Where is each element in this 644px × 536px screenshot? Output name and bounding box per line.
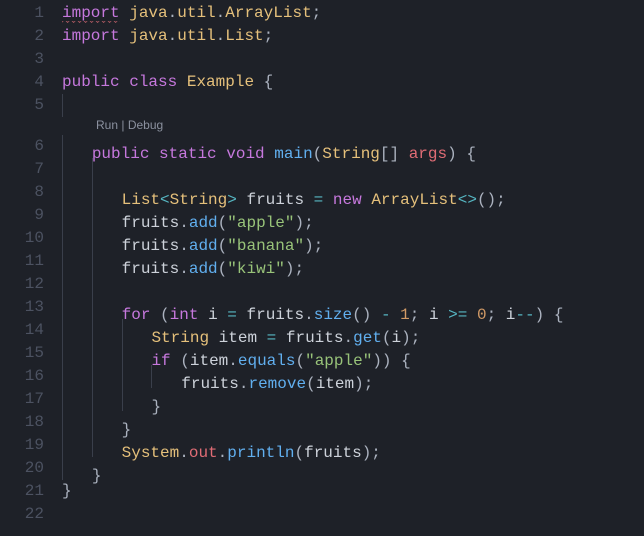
code-line[interactable]: 19 System.out.println(fruits); (0, 434, 644, 457)
code-line[interactable]: 1import java.util.ArrayList; (0, 2, 644, 25)
code-content[interactable] (62, 273, 644, 296)
code-line[interactable]: 2import java.util.List; (0, 25, 644, 48)
line-number: 17 (0, 388, 62, 411)
code-content[interactable]: List<String> fruits = new ArrayList<>(); (62, 181, 644, 204)
code-line[interactable]: 7 (0, 158, 644, 181)
code-line[interactable]: 16 fruits.remove(item); (0, 365, 644, 388)
code-line[interactable]: 20 } (0, 457, 644, 480)
line-number: 8 (0, 181, 62, 204)
code-line[interactable]: 12 (0, 273, 644, 296)
code-line[interactable]: 5 (0, 94, 644, 117)
code-line[interactable]: 22 (0, 503, 644, 526)
code-line[interactable]: 10 fruits.add("banana"); (0, 227, 644, 250)
code-line[interactable]: 6 public static void main(String[] args)… (0, 135, 644, 158)
line-number: 11 (0, 250, 62, 273)
line-number: 10 (0, 227, 62, 250)
code-content[interactable]: } (62, 411, 644, 434)
code-line[interactable]: 8 List<String> fruits = new ArrayList<>(… (0, 181, 644, 204)
line-number: 9 (0, 204, 62, 227)
code-line[interactable]: 3 (0, 48, 644, 71)
code-content[interactable] (62, 158, 644, 181)
code-line[interactable]: 17 } (0, 388, 644, 411)
line-number: 21 (0, 480, 62, 503)
code-content[interactable]: fruits.add("apple"); (62, 204, 644, 227)
code-line[interactable]: 15 if (item.equals("apple")) { (0, 342, 644, 365)
line-number: 3 (0, 48, 62, 71)
code-line[interactable]: 9 fruits.add("apple"); (0, 204, 644, 227)
code-content[interactable]: import java.util.ArrayList; (62, 2, 644, 25)
line-number: 12 (0, 273, 62, 296)
codelens-debug[interactable]: Debug (128, 118, 163, 132)
code-line[interactable]: 13 for (int i = fruits.size() - 1; i >= … (0, 296, 644, 319)
code-content[interactable]: System.out.println(fruits); (62, 434, 644, 457)
code-content[interactable]: fruits.add("banana"); (62, 227, 644, 250)
code-content[interactable] (62, 94, 644, 117)
code-line[interactable]: 14 String item = fruits.get(i); (0, 319, 644, 342)
line-number: 7 (0, 158, 62, 181)
line-number: 20 (0, 457, 62, 480)
code-line[interactable]: 18 } (0, 411, 644, 434)
code-content[interactable]: import java.util.List; (62, 25, 644, 48)
code-editor[interactable]: 1import java.util.ArrayList;2import java… (0, 0, 644, 526)
line-number: 22 (0, 503, 62, 526)
codelens-sep: | (118, 118, 128, 132)
code-content[interactable]: } (62, 480, 644, 503)
code-content[interactable]: for (int i = fruits.size() - 1; i >= 0; … (62, 296, 644, 319)
line-number: 15 (0, 342, 62, 365)
code-content[interactable]: fruits.remove(item); (62, 365, 644, 388)
line-number: 6 (0, 135, 62, 158)
line-number: 18 (0, 411, 62, 434)
code-line[interactable]: 21} (0, 480, 644, 503)
code-content[interactable]: fruits.add("kiwi"); (62, 250, 644, 273)
line-number: 16 (0, 365, 62, 388)
code-line[interactable]: 4public class Example { (0, 71, 644, 94)
code-content[interactable]: if (item.equals("apple")) { (62, 342, 644, 365)
code-content[interactable]: public static void main(String[] args) { (62, 135, 644, 158)
line-number: 1 (0, 2, 62, 25)
line-number: 4 (0, 71, 62, 94)
codelens-run[interactable]: Run (96, 118, 118, 132)
code-content[interactable]: String item = fruits.get(i); (62, 319, 644, 342)
line-number: 2 (0, 25, 62, 48)
code-content[interactable] (62, 48, 644, 71)
line-number: 19 (0, 434, 62, 457)
line-number: 14 (0, 319, 62, 342)
code-content[interactable]: } (62, 388, 644, 411)
code-content[interactable]: } (62, 457, 644, 480)
code-content[interactable] (62, 503, 644, 526)
code-content[interactable]: public class Example { (62, 71, 644, 94)
line-number: 5 (0, 94, 62, 117)
code-line[interactable]: 11 fruits.add("kiwi"); (0, 250, 644, 273)
line-number: 13 (0, 296, 62, 319)
